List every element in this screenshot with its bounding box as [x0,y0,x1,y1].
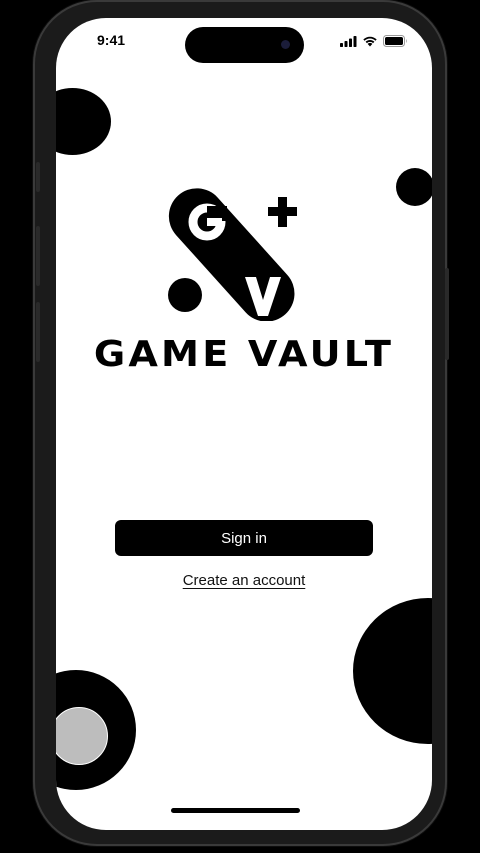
cellular-signal-icon [340,35,357,47]
brand-title: GAME VAULT [93,334,395,375]
volume-down-button [36,302,40,362]
logo-mark-icon [168,188,297,322]
decorative-circle [56,88,111,155]
home-indicator[interactable] [171,808,300,813]
create-account-link-wrapper: Create an account [56,572,432,589]
decorative-circle [396,168,432,206]
status-icons [340,35,408,47]
phone-screen: 9:41 GAME VAULT Sign in Create an accoun… [56,18,432,830]
action-button [36,162,40,192]
status-time: 9:41 [97,32,126,48]
volume-up-button [36,226,40,286]
dynamic-island [185,27,304,63]
game-vault-logo [161,181,311,322]
front-camera-icon [281,40,290,49]
wifi-icon [363,36,377,47]
battery-icon [383,35,407,47]
create-account-link[interactable]: Create an account [183,572,306,589]
sign-in-button[interactable]: Sign in [115,520,373,556]
decorative-circle [353,598,432,744]
power-button [445,268,449,360]
